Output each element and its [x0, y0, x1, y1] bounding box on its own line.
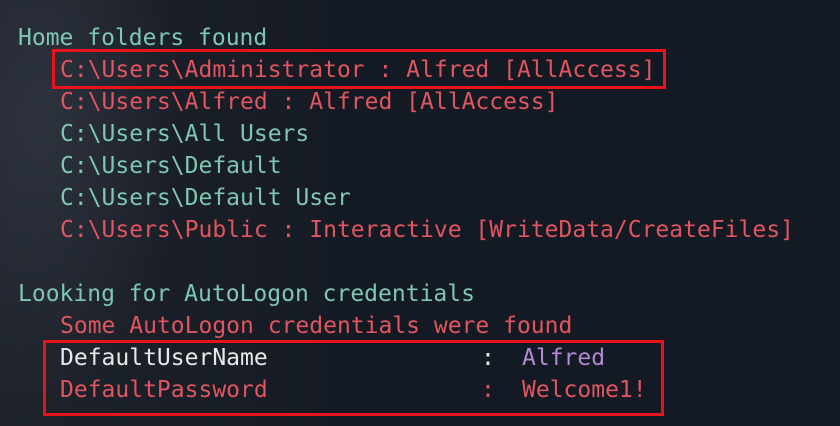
- home-entry-alfred: C:\Users\Alfred : Alfred [AllAccess]: [60, 89, 559, 115]
- terminal-output[interactable]: Home folders found C:\Users\Administrato…: [0, 0, 840, 426]
- home-entry-public: C:\Users\Public : Interactive [WriteData…: [60, 217, 794, 243]
- home-entry-default: C:\Users\Default: [60, 153, 282, 179]
- highlight-box-credentials: [43, 340, 664, 416]
- autologon-heading: Looking for AutoLogon credentials: [18, 281, 475, 307]
- autologon-notice: Some AutoLogon credentials were found: [60, 313, 573, 339]
- home-entry-default-user: C:\Users\Default User: [60, 185, 351, 211]
- highlight-box-administrator: [52, 49, 666, 89]
- home-entry-all-users: C:\Users\All Users: [60, 121, 310, 147]
